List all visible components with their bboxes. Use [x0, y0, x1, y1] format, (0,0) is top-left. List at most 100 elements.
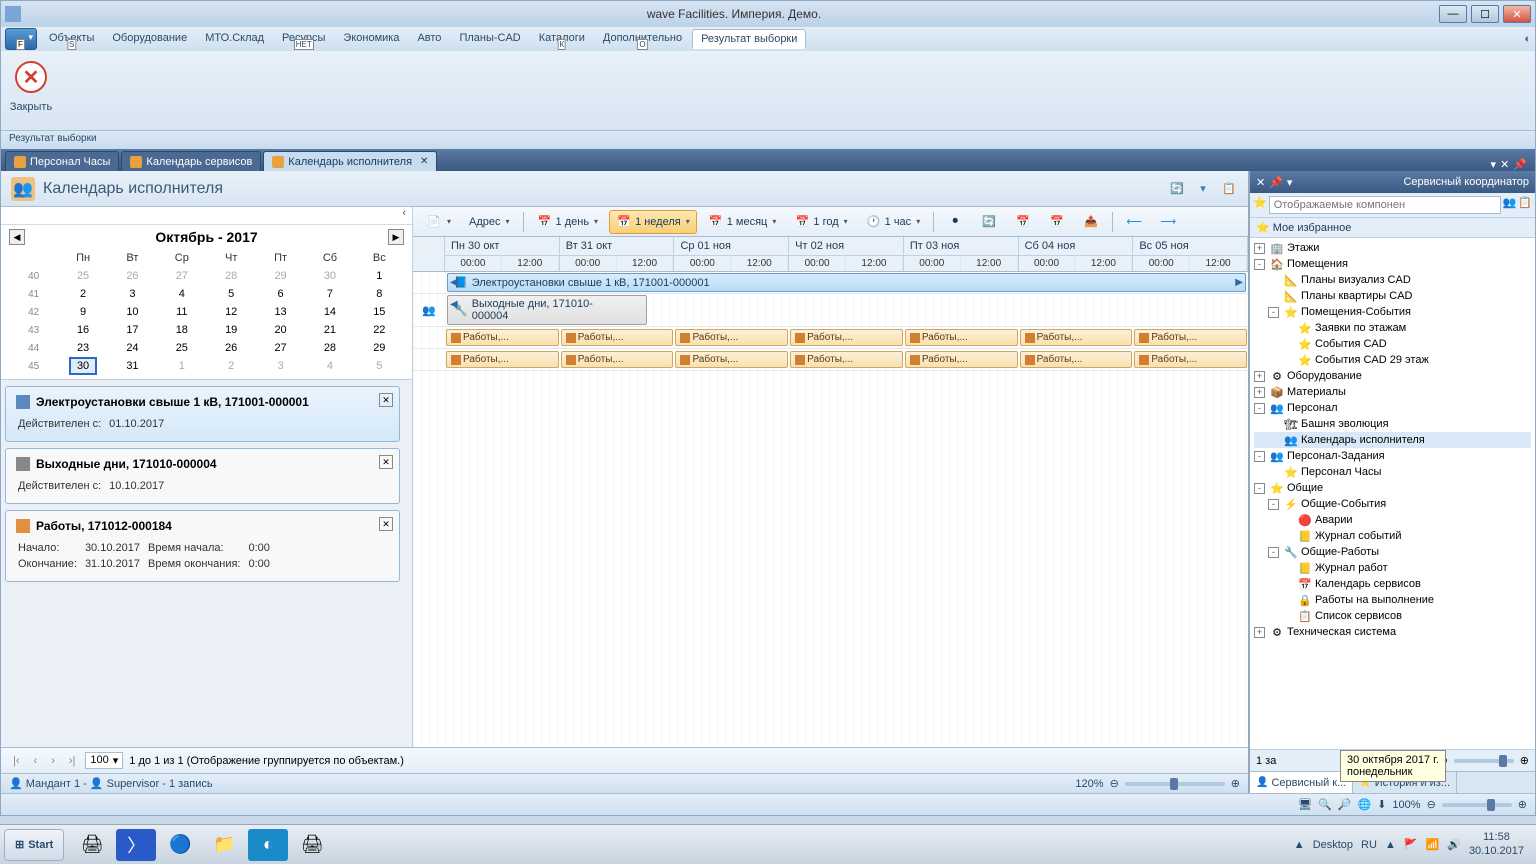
tabs-pin-icon[interactable]: 📌	[1513, 158, 1527, 171]
taskbar-app2-icon[interactable]: 🖨	[292, 829, 332, 861]
pager-next-button[interactable]: ›	[47, 755, 59, 767]
tool-refresh-icon[interactable]: 🔄	[974, 210, 1004, 234]
app-zoom-in[interactable]: ⊕	[1518, 798, 1527, 811]
cal-day[interactable]: 6	[256, 285, 305, 303]
pager-last-button[interactable]: ›|	[65, 755, 80, 767]
minimize-button[interactable]: —	[1439, 5, 1467, 23]
taskbar-powershell-icon[interactable]: 〉	[116, 829, 156, 861]
collapse-left-icon[interactable]: ‹	[1, 207, 412, 225]
tree-node[interactable]: 📋Список сервисов	[1254, 608, 1531, 624]
timeline-bar[interactable]: ◀ 📘 Электроустановки свыше 1 кВ, 171001-…	[447, 273, 1246, 292]
menu-item[interactable]: Оборудование	[104, 29, 195, 49]
cal-day[interactable]: 5	[355, 357, 404, 375]
tree-node[interactable]: 📅Календарь сервисов	[1254, 576, 1531, 592]
cal-day[interactable]: 21	[305, 321, 354, 339]
cal-day[interactable]: 1	[355, 267, 404, 285]
card-close-icon[interactable]: ✕	[379, 455, 393, 469]
tree-node[interactable]: 📒Журнал работ	[1254, 560, 1531, 576]
start-button[interactable]: ⊞ Start	[4, 829, 64, 861]
cal-day[interactable]: 11	[157, 303, 206, 321]
menu-item[interactable]: ОбъектыS	[41, 29, 102, 49]
cal-day[interactable]: 25	[157, 339, 206, 357]
tree-node[interactable]: -🔧Общие-Работы	[1254, 544, 1531, 560]
cal-day[interactable]: 4	[157, 285, 206, 303]
close-button[interactable]: ✕	[1503, 5, 1531, 23]
cal-day[interactable]: 3	[256, 357, 305, 375]
cal-day[interactable]: 5	[207, 285, 256, 303]
timeline-task[interactable]: Работы,...	[790, 351, 903, 368]
tabs-dropdown-icon[interactable]: ▾	[1491, 158, 1497, 171]
lang-indicator[interactable]: RU	[1361, 839, 1377, 851]
view-day-button[interactable]: 📅1 день▾	[530, 210, 606, 234]
status-icon[interactable]: ⬇	[1377, 798, 1386, 811]
side-toggle2-icon[interactable]: 📋	[1518, 196, 1532, 214]
zoom-in-button[interactable]: ⊕	[1231, 777, 1240, 790]
cal-day[interactable]: 15	[355, 303, 404, 321]
taskbar-printer-icon[interactable]: 🖨	[72, 829, 112, 861]
tree-node[interactable]: ⭐Заявки по этажам	[1254, 320, 1531, 336]
timeline-body[interactable]: ◀ 📘 Электроустановки свыше 1 кВ, 171001-…	[413, 272, 1248, 747]
cal-day[interactable]: 23	[58, 339, 107, 357]
status-icon[interactable]: 🖥	[1298, 798, 1312, 811]
timeline-task[interactable]: Работы,...	[561, 351, 674, 368]
cal-day[interactable]: 19	[207, 321, 256, 339]
info-card[interactable]: Электроустановки свыше 1 кВ, 171001-0000…	[5, 386, 400, 442]
tree-node[interactable]: 📐Планы квартиры CAD	[1254, 288, 1531, 304]
menu-item[interactable]: МТО.Склад	[197, 29, 272, 49]
tree-node[interactable]: -🏠Помещения	[1254, 256, 1531, 272]
side-pin-icon[interactable]: 📌	[1269, 176, 1283, 189]
timeline-task[interactable]: Работы,...	[446, 329, 559, 346]
tree-node[interactable]: 📐Планы визуализ CAD	[1254, 272, 1531, 288]
cal-day[interactable]: 18	[157, 321, 206, 339]
cal-day[interactable]: 7	[305, 285, 354, 303]
app-menu-button[interactable]: F	[5, 28, 37, 50]
cal-day[interactable]: 13	[256, 303, 305, 321]
tree-node[interactable]: +📦Материалы	[1254, 384, 1531, 400]
app-zoom-out[interactable]: ⊖	[1427, 798, 1436, 811]
side-toggle1-icon[interactable]: 👥	[1503, 196, 1517, 214]
cal-day[interactable]: 3	[108, 285, 157, 303]
timeline-task[interactable]: Работы,...	[905, 351, 1018, 368]
show-desktop-button[interactable]: ▲	[1294, 839, 1305, 851]
document-tab[interactable]: Персонал Часы	[5, 151, 119, 171]
tree-node[interactable]: 👥Календарь исполнителя	[1254, 432, 1531, 448]
tree-node[interactable]: 🏗Башня эволюция	[1254, 416, 1531, 432]
tray-icon[interactable]: ▲	[1385, 839, 1396, 851]
side-tab[interactable]: 👤 Сервисный к...	[1250, 772, 1353, 793]
timeline-bar[interactable]: ◀ 🔧 Выходные дни, 171010-000004	[447, 295, 647, 325]
new-button[interactable]: 📄▾	[419, 210, 458, 234]
status-icon[interactable]: 🌐	[1358, 798, 1372, 811]
view-week-button[interactable]: 📅1 неделя▾	[609, 210, 697, 234]
cal-day[interactable]: 16	[58, 321, 107, 339]
menu-item[interactable]: Результат выборки	[692, 29, 806, 49]
help-icon[interactable]: ◐	[1524, 33, 1531, 45]
cal-day[interactable]: 28	[207, 267, 256, 285]
card-close-icon[interactable]: ✕	[379, 517, 393, 531]
status-icon[interactable]: 🔍	[1318, 798, 1332, 811]
ribbon-close-button[interactable]: ✕	[9, 55, 53, 99]
tree-node[interactable]: 🔒Работы на выполнение	[1254, 592, 1531, 608]
timeline-task[interactable]: Работы,...	[1020, 351, 1133, 368]
zoom-slider[interactable]	[1125, 782, 1225, 786]
tree-node[interactable]: ⭐События CAD	[1254, 336, 1531, 352]
app-zoom-slider[interactable]	[1442, 803, 1512, 807]
info-card[interactable]: Работы, 171012-000184✕Начало:30.10.2017В…	[5, 510, 400, 582]
cal-day[interactable]: 29	[256, 267, 305, 285]
menu-item[interactable]: Планы-CAD	[451, 29, 528, 49]
cal-day[interactable]: 9	[58, 303, 107, 321]
timeline-task[interactable]: Работы,...	[675, 329, 788, 346]
side-search-input[interactable]	[1269, 196, 1501, 214]
tree-node[interactable]: ⭐Персонал Часы	[1254, 464, 1531, 480]
document-tab[interactable]: Календарь сервисов	[121, 151, 261, 171]
menu-item[interactable]: КаталогиК	[531, 29, 593, 49]
tree-node[interactable]: ⭐События CAD 29 этаж	[1254, 352, 1531, 368]
desktop-label[interactable]: Desktop	[1313, 839, 1353, 851]
tree-node[interactable]: 🔴Аварии	[1254, 512, 1531, 528]
refresh-icon[interactable]: 🔄	[1168, 180, 1186, 198]
cal-next-button[interactable]: ▶	[388, 229, 404, 245]
tree-node[interactable]: -👥Персонал-Задания	[1254, 448, 1531, 464]
page-size-select[interactable]: 100▾	[85, 752, 123, 769]
tool-cal2-icon[interactable]: 📅	[1042, 210, 1072, 234]
cal-day[interactable]: 31	[108, 357, 157, 375]
timeline-task[interactable]: Работы,...	[1020, 329, 1133, 346]
